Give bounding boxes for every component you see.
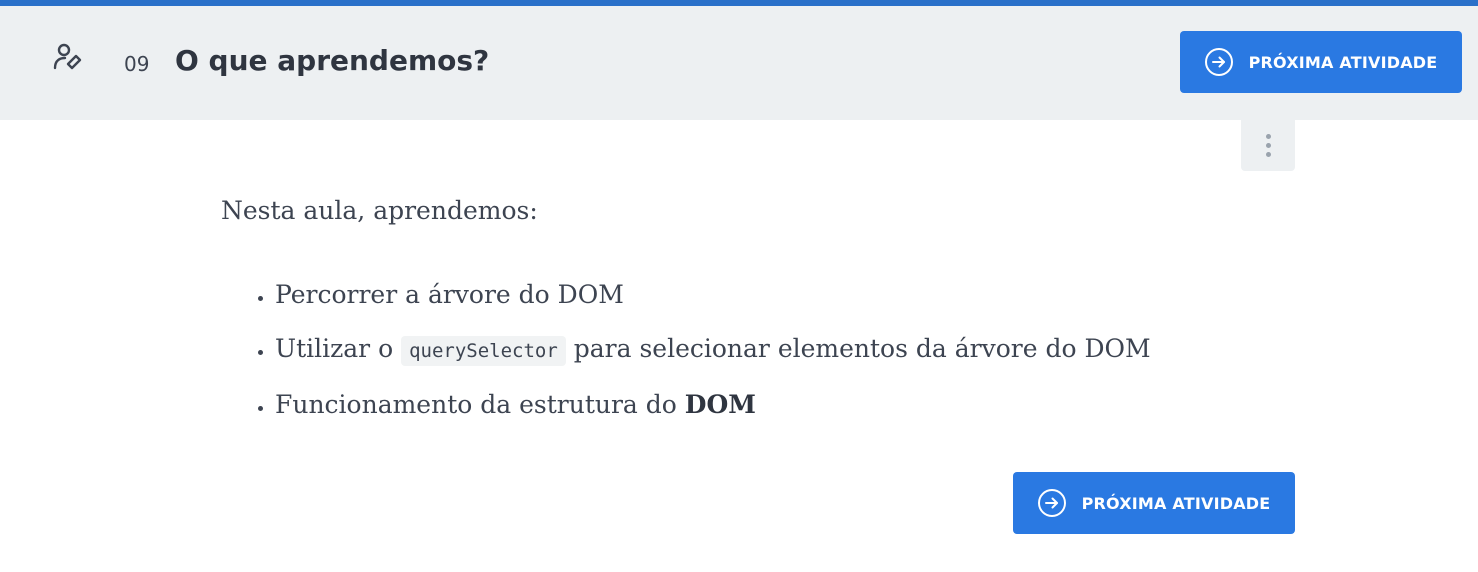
arrow-right-circle-icon [1204, 48, 1233, 76]
list-item: Utilizar o querySelector para selecionar… [275, 332, 1151, 368]
next-activity-label: PRÓXIMA ATIVIDADE [1248, 52, 1438, 72]
next-activity-button-bottom[interactable]: PRÓXIMA ATIVIDADE [1013, 472, 1295, 534]
task-number: 09 [124, 52, 150, 76]
code-snippet: querySelector [401, 336, 566, 366]
more-options-button[interactable] [1241, 120, 1295, 171]
list-item: Funcionamento da estrutura do DOM [275, 388, 1151, 422]
learned-list: Percorrer a árvore do DOM Utilizar o que… [221, 278, 1151, 422]
task-header: 09 O que aprendemos? PRÓXIMA ATIVIDADE [0, 6, 1478, 120]
more-vertical-icon [1265, 134, 1271, 139]
page-title: O que aprendemos? [175, 44, 490, 77]
lesson-content: Nesta aula, aprendemos: Percorrer a árvo… [221, 194, 1151, 442]
user-edit-icon [52, 42, 86, 72]
list-item: Percorrer a árvore do DOM [275, 278, 1151, 312]
next-activity-button[interactable]: PRÓXIMA ATIVIDADE [1180, 31, 1462, 93]
next-activity-label: PRÓXIMA ATIVIDADE [1081, 493, 1271, 513]
intro-text: Nesta aula, aprendemos: [221, 196, 538, 225]
bold-text: DOM [684, 390, 756, 419]
arrow-right-circle-icon [1037, 489, 1066, 517]
